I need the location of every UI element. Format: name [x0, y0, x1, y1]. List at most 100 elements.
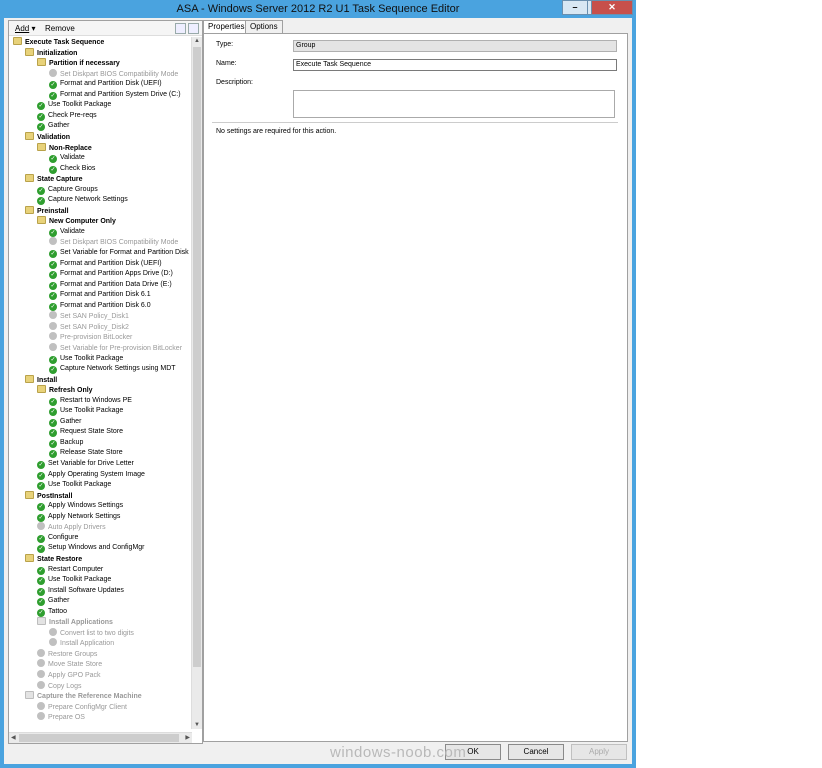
- tree-item[interactable]: Convert list to two digits: [49, 627, 134, 638]
- tree-item[interactable]: Auto Apply Drivers: [37, 522, 106, 532]
- tree-item[interactable]: Execute Task Sequence: [13, 37, 104, 47]
- disabled-step-icon: [49, 342, 57, 351]
- tree-item[interactable]: State Capture: [25, 174, 83, 184]
- tree-horizontal-scrollbar[interactable]: ◀ ▶: [9, 732, 192, 743]
- scroll-down-icon[interactable]: ▼: [194, 722, 200, 728]
- tree-item[interactable]: ✓ Format and Partition Data Drive (E:): [49, 280, 172, 290]
- tree-item[interactable]: Set Diskpart BIOS Compatibility Mode: [49, 68, 179, 79]
- tree-item[interactable]: Set SAN Policy_Disk1: [49, 311, 129, 321]
- tree-item[interactable]: ✓ Use Toolkit Package: [49, 354, 123, 364]
- tree-item-label: Restore Groups: [48, 650, 98, 658]
- minimize-button[interactable]: –: [562, 0, 588, 15]
- tree-item[interactable]: Refresh Only: [37, 385, 93, 395]
- tree-item[interactable]: ✓ Validate: [49, 153, 85, 164]
- disabled-step-icon: [49, 321, 57, 330]
- tree-item[interactable]: ✓ Capture Network Settings using MDT: [49, 364, 176, 375]
- close-button[interactable]: ✕: [591, 0, 633, 15]
- tree-item[interactable]: ✓ Format and Partition Apps Drive (D:): [49, 269, 173, 280]
- tree-item[interactable]: ✓ Check Bios: [49, 164, 95, 174]
- tree-item-label: Set Diskpart BIOS Compatibility Mode: [60, 70, 179, 78]
- tree-item[interactable]: Install Applications: [37, 617, 113, 627]
- tree-item[interactable]: Move State Store: [37, 659, 102, 669]
- apply-button[interactable]: Apply: [571, 744, 627, 760]
- tree-item[interactable]: ✓ Request State Store: [49, 427, 123, 438]
- check-icon: ✓: [49, 155, 57, 164]
- tree-item[interactable]: ✓ Set Variable for Drive Letter: [37, 459, 134, 469]
- cancel-button[interactable]: Cancel: [508, 744, 564, 760]
- title-bar[interactable]: ASA - Windows Server 2012 R2 U1 Task Seq…: [0, 0, 636, 18]
- disabled-step-icon: [37, 712, 45, 721]
- tree-item[interactable]: ✓ Tattoo: [37, 607, 67, 617]
- tab-options[interactable]: Options: [245, 20, 283, 34]
- tree-item[interactable]: Set Variable for Pre-provision BitLocker: [49, 342, 182, 353]
- tree-item[interactable]: Pre-provision BitLocker: [49, 332, 132, 342]
- tree-item[interactable]: ✓ Validate: [49, 227, 85, 237]
- tree-item[interactable]: ✓ Gather: [37, 596, 69, 607]
- tree-item-label: Capture Network Settings using MDT: [60, 365, 176, 373]
- tree-item[interactable]: Initialization: [25, 47, 77, 58]
- tree-item[interactable]: Apply GPO Pack: [37, 670, 101, 680]
- tree-item[interactable]: ✓ Release State Store: [49, 448, 123, 459]
- tree-item[interactable]: ✓ Capture Network Settings: [37, 195, 128, 206]
- tree-item[interactable]: ✓ Apply Operating System Image: [37, 470, 145, 480]
- tree-item[interactable]: ✓ Check Pre-reqs: [37, 111, 97, 121]
- tree-item[interactable]: State Restore: [25, 553, 82, 564]
- scroll-right-icon[interactable]: ▶: [185, 734, 190, 741]
- tree-item[interactable]: ✓ Backup: [49, 438, 83, 448]
- disabled-step-icon: [49, 638, 57, 647]
- tree-item[interactable]: ✓ Apply Windows Settings: [37, 501, 123, 512]
- folder-icon: [37, 142, 46, 151]
- tree-item[interactable]: Copy Logs: [37, 680, 81, 691]
- tree-item[interactable]: PostInstall: [25, 490, 72, 501]
- tree-item[interactable]: Non-Replace: [37, 142, 92, 153]
- tree-item[interactable]: ✓ Gather: [49, 417, 81, 427]
- tree-item[interactable]: ✓ Set Variable for Format and Partition D…: [49, 248, 189, 258]
- tree-item[interactable]: New Computer Only: [37, 216, 116, 226]
- tree-item[interactable]: ✓ Format and Partition Disk (UEFI): [49, 259, 162, 269]
- tree-item[interactable]: ✓ Capture Groups: [37, 185, 98, 195]
- tree-item-label: Backup: [60, 438, 84, 446]
- tree-item[interactable]: ✓ Use Toolkit Package: [49, 406, 123, 417]
- description-field[interactable]: [293, 90, 615, 118]
- tree-item[interactable]: Partition if necessary: [37, 58, 120, 68]
- horizontal-scroll-thumb[interactable]: [19, 734, 179, 742]
- tree-item[interactable]: ✓ Format and Partition Disk (UEFI): [49, 79, 162, 90]
- add-menu[interactable]: Add ▾: [15, 24, 35, 33]
- remove-button[interactable]: Remove: [45, 24, 75, 33]
- move-down-icon[interactable]: [188, 23, 199, 34]
- tree-item[interactable]: ✓ Use Toolkit Package: [37, 100, 111, 111]
- tree-item[interactable]: ✓ Format and Partition Disk 6.1: [49, 290, 151, 301]
- tree-item[interactable]: Capture the Reference Machine: [25, 691, 142, 701]
- task-tree[interactable]: Execute Task Sequence Initialization Parti…: [9, 37, 192, 729]
- scroll-left-icon[interactable]: ◀: [11, 734, 16, 741]
- disabled-step-icon: [49, 311, 57, 320]
- name-field[interactable]: Execute Task Sequence: [293, 59, 617, 71]
- tree-item[interactable]: ✓ Use Toolkit Package: [37, 575, 111, 586]
- tree-item[interactable]: ✓ Apply Network Settings: [37, 512, 120, 522]
- tree-item[interactable]: Preinstall: [25, 205, 69, 216]
- tree-item[interactable]: ✓ Use Toolkit Package: [37, 480, 111, 491]
- vertical-scroll-thumb[interactable]: [193, 47, 201, 667]
- scroll-up-icon[interactable]: ▲: [194, 38, 200, 44]
- tree-item[interactable]: ✓ Install Software Updates: [37, 586, 124, 596]
- tree-item[interactable]: Install Application: [49, 638, 114, 648]
- tree-item[interactable]: Install: [25, 374, 57, 385]
- tree-item[interactable]: ✓ Restart to Windows PE: [49, 396, 132, 406]
- tree-item[interactable]: Restore Groups: [37, 648, 98, 659]
- tree-item[interactable]: Set SAN Policy_Disk2: [49, 321, 129, 332]
- tree-item[interactable]: Set Diskpart BIOS Compatibility Mode: [49, 237, 178, 247]
- tree-item[interactable]: ✓ Format and Partition Disk 6.0: [49, 301, 151, 311]
- tree-item-label: Release State Store: [60, 449, 123, 457]
- tree-vertical-scrollbar[interactable]: ▲ ▼: [191, 37, 202, 729]
- tree-item-label: New Computer Only: [49, 218, 116, 226]
- tree-item[interactable]: ✓ Format and Partition System Drive (C:): [49, 90, 181, 100]
- tree-item[interactable]: ✓ Restart Computer: [37, 565, 103, 575]
- tree-item[interactable]: ✓ Gather: [37, 121, 69, 132]
- tree-item[interactable]: Prepare OS: [37, 712, 85, 722]
- tree-item[interactable]: Validation: [25, 131, 70, 142]
- move-up-icon[interactable]: [175, 23, 186, 34]
- tree-item[interactable]: Prepare ConfigMgr Client: [37, 701, 127, 712]
- tree-item[interactable]: ✓ Setup Windows and ConfigMgr: [37, 543, 145, 554]
- tree-item[interactable]: ✓ Configure: [37, 533, 78, 543]
- check-icon: ✓: [37, 186, 45, 195]
